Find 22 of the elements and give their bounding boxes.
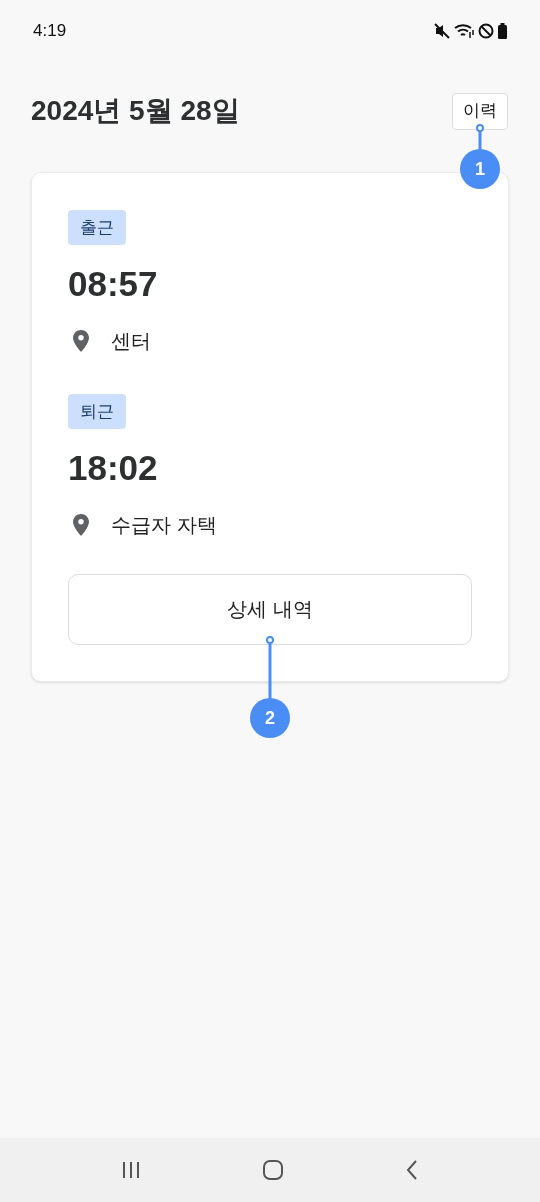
record-location: 센터 (111, 328, 151, 354)
record-tag: 출근 (68, 210, 126, 245)
history-button[interactable]: 이력 (452, 92, 508, 130)
battery-icon (498, 23, 507, 39)
recent-apps-icon[interactable] (120, 1161, 141, 1179)
leader-line (476, 124, 484, 152)
annotation-marker: 1 (460, 149, 500, 189)
home-icon[interactable] (262, 1160, 284, 1180)
detail-button[interactable]: 상세 내역 (68, 573, 472, 645)
annotation-marker: 2 (250, 698, 290, 738)
record-time: 18:02 (68, 446, 159, 489)
mute-icon (434, 23, 450, 39)
wifi-icon (454, 23, 474, 39)
status-time: 4:19 (33, 20, 67, 43)
page-title: 2024년 5월 28일 (31, 94, 240, 128)
record-tag: 퇴근 (68, 393, 126, 429)
location-pin-icon (73, 513, 89, 536)
record-time: 08:57 (68, 263, 159, 305)
location-pin-icon (73, 329, 89, 352)
back-icon[interactable] (405, 1159, 420, 1181)
blocked-icon (478, 23, 494, 39)
record-location: 수급자 자택 (111, 512, 217, 538)
